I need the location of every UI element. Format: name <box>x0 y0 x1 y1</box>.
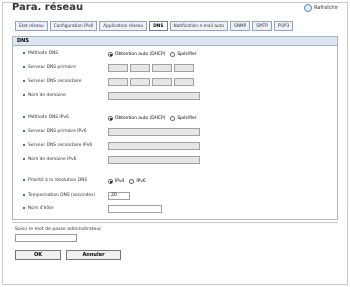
dns-method-ipv6-label: Méthode DNS IPv6 <box>23 114 69 122</box>
dns-method-auto-radio[interactable] <box>108 51 113 57</box>
row-dns-timeout: Temporisation DNS (secondes) 20 <box>13 192 337 200</box>
section-title: DNS <box>13 37 337 46</box>
divider <box>12 222 338 223</box>
row-dns-method-ipv6: Méthode DNS IPv6 Obtention auto (DHCP) S… <box>13 114 337 122</box>
tab-network-application[interactable]: Application réseau <box>99 21 148 31</box>
refresh-label: Rafraîchir <box>313 5 338 11</box>
tab-dns[interactable]: DNS <box>149 21 168 31</box>
tab-smtp[interactable]: SMTP <box>252 21 272 31</box>
domain-name-label: Nom de domaine <box>23 92 66 100</box>
tab-pop3[interactable]: POP3 <box>273 21 294 31</box>
resolution-priority-label: Priorité à la résolution DNS <box>23 177 87 185</box>
dns-primary-label: Serveur DNS primaire <box>23 64 76 72</box>
admin-password-label: Saisir le mot de passe administrateur. <box>15 227 103 232</box>
dns-method-auto-label: Obtention auto (DHCP) <box>115 51 166 57</box>
refresh-link[interactable]: Rafraîchir <box>303 4 338 12</box>
dns-method-specify-label: Spécifier <box>177 51 197 57</box>
dns-method-ipv6-specify-label: Spécifier <box>177 115 197 121</box>
dns-method-ipv6-specify-radio[interactable] <box>170 115 176 121</box>
dns-primary-octet-4[interactable] <box>174 64 194 72</box>
row-domain-name-ipv6: Nom de domaine IPv6 <box>13 156 337 164</box>
cancel-button[interactable]: Annuler <box>66 250 121 260</box>
tab-ipv6-config[interactable]: Configuration IPv6 <box>49 21 98 31</box>
dns-method-label: Méthode DNS <box>23 50 58 58</box>
dns-primary-octet-1[interactable] <box>108 64 128 72</box>
dns-method-specify-radio[interactable] <box>170 51 176 57</box>
priority-ipv6-radio[interactable] <box>129 178 135 184</box>
dns-secondary-octet-4[interactable] <box>174 78 194 86</box>
row-resolution-priority: Priorité à la résolution DNS IPv4 IPv6 <box>13 177 337 185</box>
domain-name-ipv6-input[interactable] <box>108 156 200 164</box>
admin-password-input[interactable] <box>15 234 77 242</box>
row-dns-primary: Serveur DNS primaire <box>13 64 337 72</box>
dns-timeout-label: Temporisation DNS (secondes) <box>23 192 95 200</box>
refresh-icon <box>303 4 312 12</box>
dns-secondary-ipv6-label: Serveur DNS secondaire IPv6 <box>23 142 92 150</box>
dns-secondary-ipv6-input[interactable] <box>108 142 200 150</box>
priority-ipv4-radio[interactable] <box>108 178 113 184</box>
tab-bar: Etat réseau Configuration IPv6 Applicati… <box>15 21 294 31</box>
hostname-label: Nom d'hôte <box>23 205 54 213</box>
page-title: Para. réseau <box>12 2 84 13</box>
dns-method-ipv6-auto-label: Obtention auto (DHCP) <box>115 115 166 121</box>
dns-method-ipv6-auto-radio[interactable] <box>108 115 113 121</box>
dns-primary-ipv6-label: Serveur DNS primaire IPv6 <box>23 128 87 136</box>
dns-secondary-label: Serveur DNS secondaire <box>23 78 81 86</box>
tab-auto-email-notification[interactable]: Notification e-mail auto <box>169 21 228 31</box>
priority-ipv6-label: IPv6 <box>136 178 146 184</box>
row-dns-primary-ipv6: Serveur DNS primaire IPv6 <box>13 128 337 136</box>
tab-network-status[interactable]: Etat réseau <box>15 21 48 31</box>
row-hostname: Nom d'hôte <box>13 205 337 213</box>
row-domain-name: Nom de domaine <box>13 92 337 100</box>
hostname-input[interactable] <box>108 205 162 213</box>
dns-settings-panel: DNS Méthode DNS Obtention auto (DHCP) Sp… <box>12 36 338 220</box>
dns-primary-octet-2[interactable] <box>130 64 150 72</box>
row-dns-secondary-ipv6: Serveur DNS secondaire IPv6 <box>13 142 337 150</box>
dns-secondary-octet-3[interactable] <box>152 78 172 86</box>
dns-primary-ipv6-input[interactable] <box>108 128 200 136</box>
dns-secondary-octet-2[interactable] <box>130 78 150 86</box>
tab-snmp[interactable]: SNMP <box>229 21 251 31</box>
row-dns-secondary: Serveur DNS secondaire <box>13 78 337 86</box>
row-dns-method: Méthode DNS Obtention auto (DHCP) Spécif… <box>13 50 337 58</box>
dns-secondary-octet-1[interactable] <box>108 78 128 86</box>
domain-name-ipv6-label: Nom de domaine IPv6 <box>23 156 76 164</box>
domain-name-input[interactable] <box>108 92 200 100</box>
dns-primary-octet-3[interactable] <box>152 64 172 72</box>
ok-button[interactable]: OK <box>15 250 61 260</box>
dns-timeout-input[interactable]: 20 <box>108 192 130 200</box>
priority-ipv4-label: IPv4 <box>115 178 125 184</box>
